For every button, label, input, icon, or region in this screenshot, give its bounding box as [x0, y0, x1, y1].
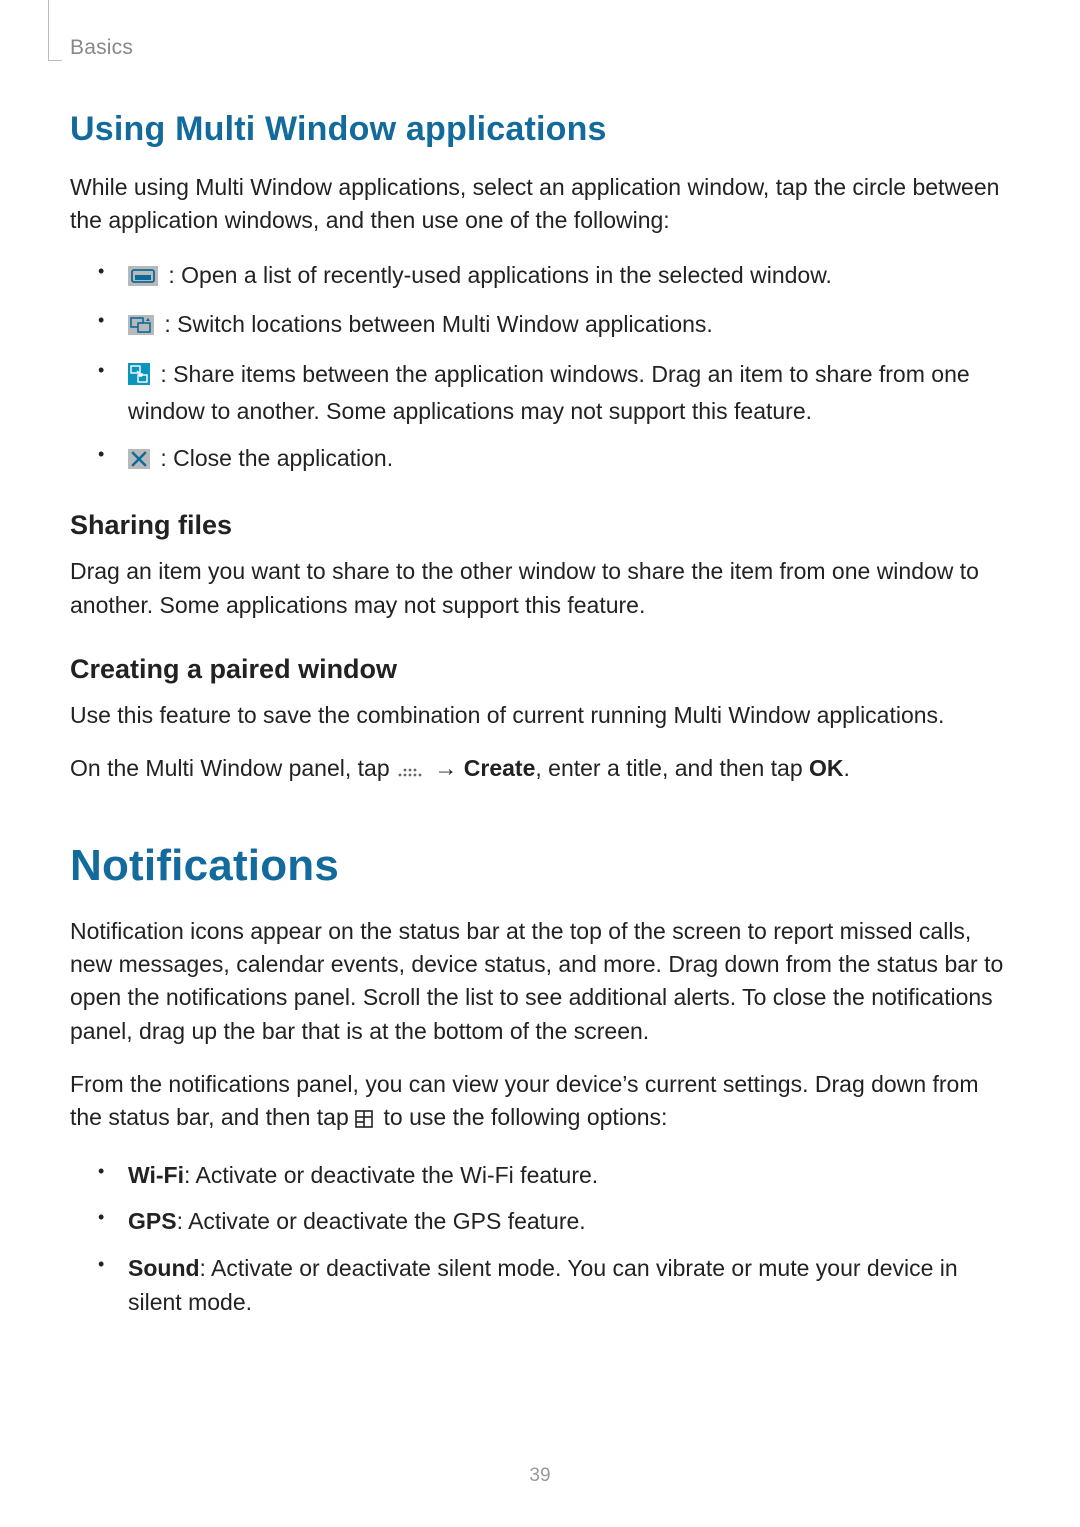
list-item: Sound: Activate or deactivate silent mod… — [70, 1251, 1010, 1320]
multiwindow-intro: While using Multi Window applications, s… — [70, 171, 1010, 238]
option-label: Sound — [128, 1255, 200, 1281]
text-fragment: On the Multi Window panel, tap — [70, 755, 396, 781]
option-text: : Activate or deactivate the Wi-Fi featu… — [184, 1162, 598, 1188]
swap-windows-icon — [128, 310, 154, 345]
settings-grid-icon — [355, 1104, 373, 1137]
text-fragment: to use the following options: — [377, 1104, 667, 1130]
list-item: : Open a list of recently-used applicati… — [70, 258, 1010, 296]
bullet-text: : Open a list of recently-used applicati… — [162, 262, 832, 288]
header-section-label: Basics — [70, 36, 133, 60]
list-item: : Close the application. — [70, 441, 1010, 479]
recent-apps-icon — [128, 261, 158, 296]
close-x-icon — [128, 444, 150, 479]
panel-handle-dots-icon — [396, 755, 424, 788]
option-text: : Activate or deactivate silent mode. Yo… — [128, 1255, 958, 1316]
notifications-p2: From the notifications panel, you can vi… — [70, 1068, 1010, 1138]
section-heading-notifications: Notifications — [70, 841, 1010, 891]
bullet-text: : Close the application. — [154, 445, 393, 471]
paired-window-p2: On the Multi Window panel, tap → Create,… — [70, 752, 1010, 788]
share-item-icon — [128, 360, 150, 395]
list-item: Wi-Fi: Activate or deactivate the Wi-Fi … — [70, 1158, 1010, 1193]
subheading-sharing-files: Sharing files — [70, 510, 1010, 541]
text-bold-create: Create — [464, 755, 536, 781]
list-item: : Share items between the application wi… — [70, 357, 1010, 429]
notifications-options-list: Wi-Fi: Activate or deactivate the Wi-Fi … — [70, 1158, 1010, 1320]
text-fragment: . — [844, 755, 850, 781]
paired-window-p1: Use this feature to save the combination… — [70, 699, 1010, 732]
notifications-p1: Notification icons appear on the status … — [70, 915, 1010, 1048]
page-content: Using Multi Window applications While us… — [0, 0, 1080, 1320]
page-number: 39 — [0, 1465, 1080, 1487]
subheading-paired-window: Creating a paired window — [70, 654, 1010, 685]
list-item: GPS: Activate or deactivate the GPS feat… — [70, 1204, 1010, 1239]
option-text: : Activate or deactivate the GPS feature… — [177, 1208, 586, 1234]
list-item: : Switch locations between Multi Window … — [70, 307, 1010, 345]
text-fragment: → — [428, 755, 464, 781]
option-label: Wi-Fi — [128, 1162, 184, 1188]
text-fragment: , enter a title, and then tap — [535, 755, 809, 781]
bullet-text: : Share items between the application wi… — [128, 361, 970, 425]
option-label: GPS — [128, 1208, 177, 1234]
bullet-text: : Switch locations between Multi Window … — [158, 311, 713, 337]
text-bold-ok: OK — [809, 755, 844, 781]
sharing-files-body: Drag an item you want to share to the ot… — [70, 555, 1010, 622]
section-heading-multiwindow: Using Multi Window applications — [70, 110, 1010, 149]
multiwindow-bullet-list: : Open a list of recently-used applicati… — [70, 258, 1010, 479]
